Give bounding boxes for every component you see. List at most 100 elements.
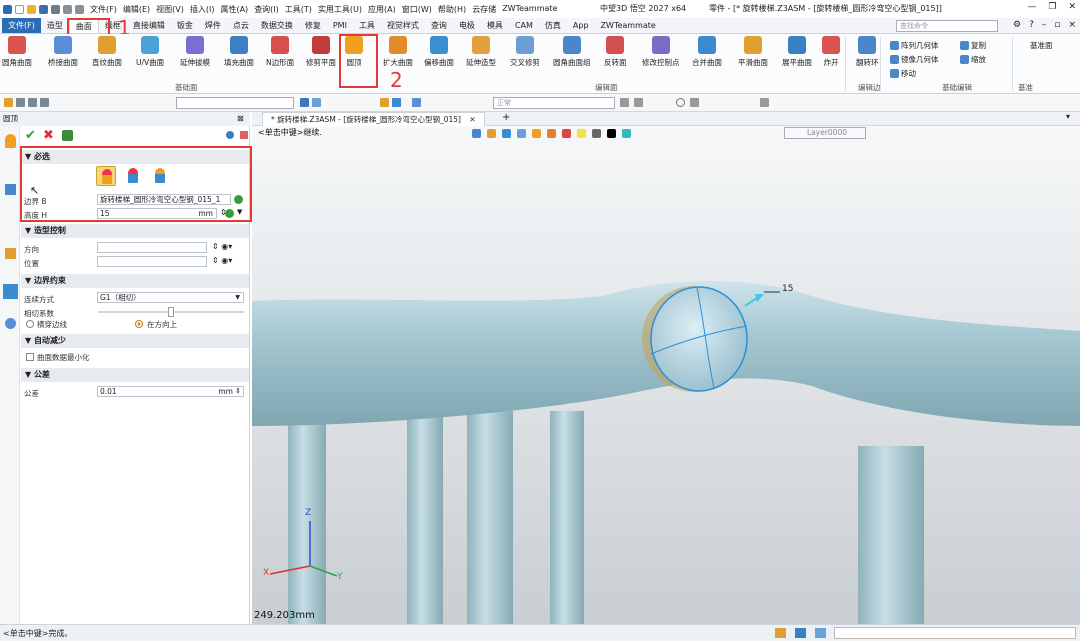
origin-icon[interactable] bbox=[562, 128, 571, 138]
view-manager-icon[interactable] bbox=[3, 284, 18, 299]
menu-item[interactable]: 帮助(H) bbox=[438, 4, 466, 15]
save-icon[interactable] bbox=[39, 4, 48, 14]
menu-item[interactable]: 文件(F) bbox=[90, 4, 117, 15]
dome-surface[interactable] bbox=[650, 286, 748, 392]
maximize-button[interactable]: ❐ bbox=[1048, 2, 1056, 12]
tab-4[interactable]: 直接编辑 bbox=[127, 18, 171, 33]
menu-item[interactable]: 视图(V) bbox=[156, 4, 184, 15]
select-icon[interactable] bbox=[4, 98, 13, 107]
assembly-icon[interactable] bbox=[5, 248, 16, 259]
tab-13[interactable]: 查询 bbox=[425, 18, 453, 33]
sketch-icon[interactable] bbox=[392, 98, 401, 107]
ribbon-button-17[interactable]: 平滑曲面 bbox=[738, 36, 768, 68]
ribbon-button-9[interactable]: 扩大曲面 bbox=[383, 36, 413, 68]
close-tab-icon[interactable]: ✕ bbox=[469, 115, 475, 124]
new-file-icon[interactable] bbox=[15, 4, 24, 14]
section-tolerance[interactable]: ▼ 公差 bbox=[21, 368, 249, 382]
tab-8[interactable]: 数据交换 bbox=[255, 18, 299, 33]
measure-icon[interactable] bbox=[412, 98, 421, 107]
pin-icon[interactable] bbox=[240, 131, 248, 139]
print-icon[interactable] bbox=[51, 4, 60, 14]
datum-plane-button[interactable]: 基准面 bbox=[1030, 40, 1053, 51]
section-auto-reduce[interactable]: ▼ 自动减少 bbox=[21, 334, 249, 348]
info-icon[interactable] bbox=[226, 131, 234, 139]
grid-icon[interactable] bbox=[40, 98, 49, 107]
tab-18[interactable]: App bbox=[567, 18, 595, 33]
small-button-1[interactable]: 复制 bbox=[960, 40, 986, 51]
ribbon-button-20[interactable]: 翻转环 bbox=[856, 36, 879, 68]
close-button[interactable]: ✕ bbox=[1068, 2, 1076, 12]
ribbon-button-4[interactable]: 延伸拔模 bbox=[180, 36, 210, 68]
small-button-0[interactable]: 阵列几何体 bbox=[890, 40, 939, 51]
small-button-4[interactable]: 移动 bbox=[890, 68, 916, 79]
snap-icon[interactable] bbox=[380, 98, 389, 107]
menu-item[interactable]: 云存储 bbox=[472, 4, 496, 15]
tab-16[interactable]: CAM bbox=[509, 18, 539, 33]
position-field[interactable] bbox=[97, 256, 207, 267]
line-tool-icon[interactable] bbox=[634, 98, 643, 107]
ribbon-close-button[interactable]: × bbox=[1068, 20, 1076, 30]
ok-icon[interactable]: ✔ bbox=[25, 128, 36, 143]
ribbon-button-12[interactable]: 交叉修剪 bbox=[510, 36, 540, 68]
apply-icon[interactable] bbox=[62, 130, 73, 141]
filter-icon[interactable] bbox=[16, 98, 25, 107]
radio-across-edge[interactable] bbox=[26, 320, 34, 328]
arrow-tool-icon[interactable] bbox=[620, 98, 629, 107]
tab-10[interactable]: PMI bbox=[327, 18, 353, 33]
model-scene[interactable] bbox=[252, 126, 1080, 624]
menu-item[interactable]: 工具(T) bbox=[285, 4, 312, 15]
menu-item[interactable]: 查询(I) bbox=[254, 4, 279, 15]
document-tab[interactable]: * 旋转楼梯.Z3ASM - [旋转楼梯_圆形冷弯空心型钢_015] ✕ bbox=[262, 112, 485, 126]
panel-close-icon[interactable]: ⊠ bbox=[237, 114, 244, 123]
status-view-3-icon[interactable] bbox=[815, 628, 826, 638]
dimension-value[interactable]: 15 bbox=[782, 284, 793, 294]
ribbon-button-16[interactable]: 合并曲面 bbox=[692, 36, 722, 68]
redo-icon[interactable] bbox=[75, 4, 84, 14]
ribbon-button-6[interactable]: N边形面 bbox=[266, 36, 294, 68]
ribbon-button-18[interactable]: 展平曲面 bbox=[782, 36, 812, 68]
circle-tool-icon[interactable] bbox=[676, 98, 685, 107]
view-icon[interactable] bbox=[300, 98, 309, 107]
3d-viewport[interactable]: <单击中键>继续. Layer0000 15 Z X Y 249.203mm bbox=[252, 126, 1080, 624]
menu-item[interactable]: 窗口(W) bbox=[402, 4, 432, 15]
tab-5[interactable]: 钣金 bbox=[171, 18, 199, 33]
line-icon[interactable] bbox=[28, 98, 37, 107]
command-line-input[interactable] bbox=[834, 627, 1076, 639]
display-mode-select[interactable]: 正常 bbox=[493, 97, 615, 109]
small-button-3[interactable]: 缩放 bbox=[960, 54, 986, 65]
material-icon[interactable] bbox=[592, 128, 601, 138]
section-boundary-constraint[interactable]: ▼ 边界约束 bbox=[21, 274, 249, 288]
view-menu-icon[interactable]: ▾ bbox=[1066, 112, 1070, 121]
ribbon-button-13[interactable]: 圆角曲面组 bbox=[553, 36, 591, 68]
menu-item[interactable]: 实用工具(U) bbox=[318, 4, 362, 15]
filter-input[interactable] bbox=[176, 97, 294, 109]
continuity-select[interactable]: G1（相切） ▼ bbox=[97, 292, 244, 303]
direction-field[interactable] bbox=[97, 242, 207, 253]
dome-icon[interactable] bbox=[5, 134, 16, 148]
tab-9[interactable]: 修复 bbox=[299, 18, 327, 33]
history-icon[interactable] bbox=[5, 184, 16, 195]
ribbon-button-0[interactable]: 圆角曲面 bbox=[2, 36, 32, 68]
highlight-icon[interactable] bbox=[577, 128, 586, 138]
status-view-2-icon[interactable] bbox=[795, 628, 806, 638]
layer-icon[interactable] bbox=[622, 128, 631, 138]
ribbon-button-19[interactable]: 炸开 bbox=[822, 36, 840, 68]
tab-11[interactable]: 工具 bbox=[353, 18, 381, 33]
ribbon-button-14[interactable]: 反转面 bbox=[604, 36, 627, 68]
ribbon-minimize-button[interactable]: – bbox=[1042, 20, 1047, 30]
tab-19[interactable]: ZWTeammate bbox=[595, 18, 662, 33]
cancel-icon[interactable]: ✖ bbox=[43, 128, 54, 143]
spline-tool-icon[interactable] bbox=[760, 98, 769, 107]
arc-tool-icon[interactable] bbox=[690, 98, 699, 107]
ribbon-button-7[interactable]: 修剪平面 bbox=[306, 36, 336, 68]
tab-17[interactable]: 仿真 bbox=[539, 18, 567, 33]
view-home-icon[interactable] bbox=[472, 128, 481, 138]
ribbon-button-2[interactable]: 直纹曲面 bbox=[92, 36, 122, 68]
ribbon-restore-button[interactable]: ▫ bbox=[1054, 20, 1060, 30]
add-tab-icon[interactable]: + bbox=[502, 112, 510, 123]
tab-12[interactable]: 视觉样式 bbox=[381, 18, 425, 33]
render-icon[interactable] bbox=[517, 128, 526, 138]
tab-7[interactable]: 点云 bbox=[227, 18, 255, 33]
small-button-2[interactable]: 镜像几何体 bbox=[890, 54, 939, 65]
ribbon-button-1[interactable]: 桥接曲面 bbox=[48, 36, 78, 68]
